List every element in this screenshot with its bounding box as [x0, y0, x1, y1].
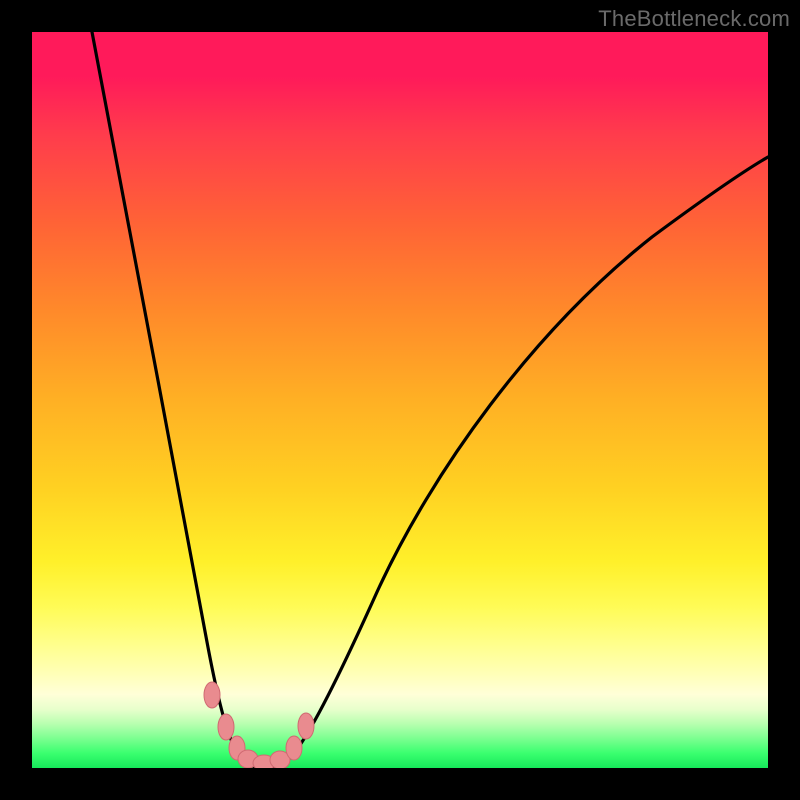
chart-frame: TheBottleneck.com: [0, 0, 800, 800]
watermark-text: TheBottleneck.com: [598, 6, 790, 32]
curve-marker: [286, 736, 302, 760]
bottleneck-curve: [92, 32, 768, 768]
curve-marker: [298, 713, 314, 739]
marker-group: [204, 682, 314, 768]
curve-marker: [218, 714, 234, 740]
curve-marker: [204, 682, 220, 708]
plot-area: [32, 32, 768, 768]
curve-layer: [32, 32, 768, 768]
